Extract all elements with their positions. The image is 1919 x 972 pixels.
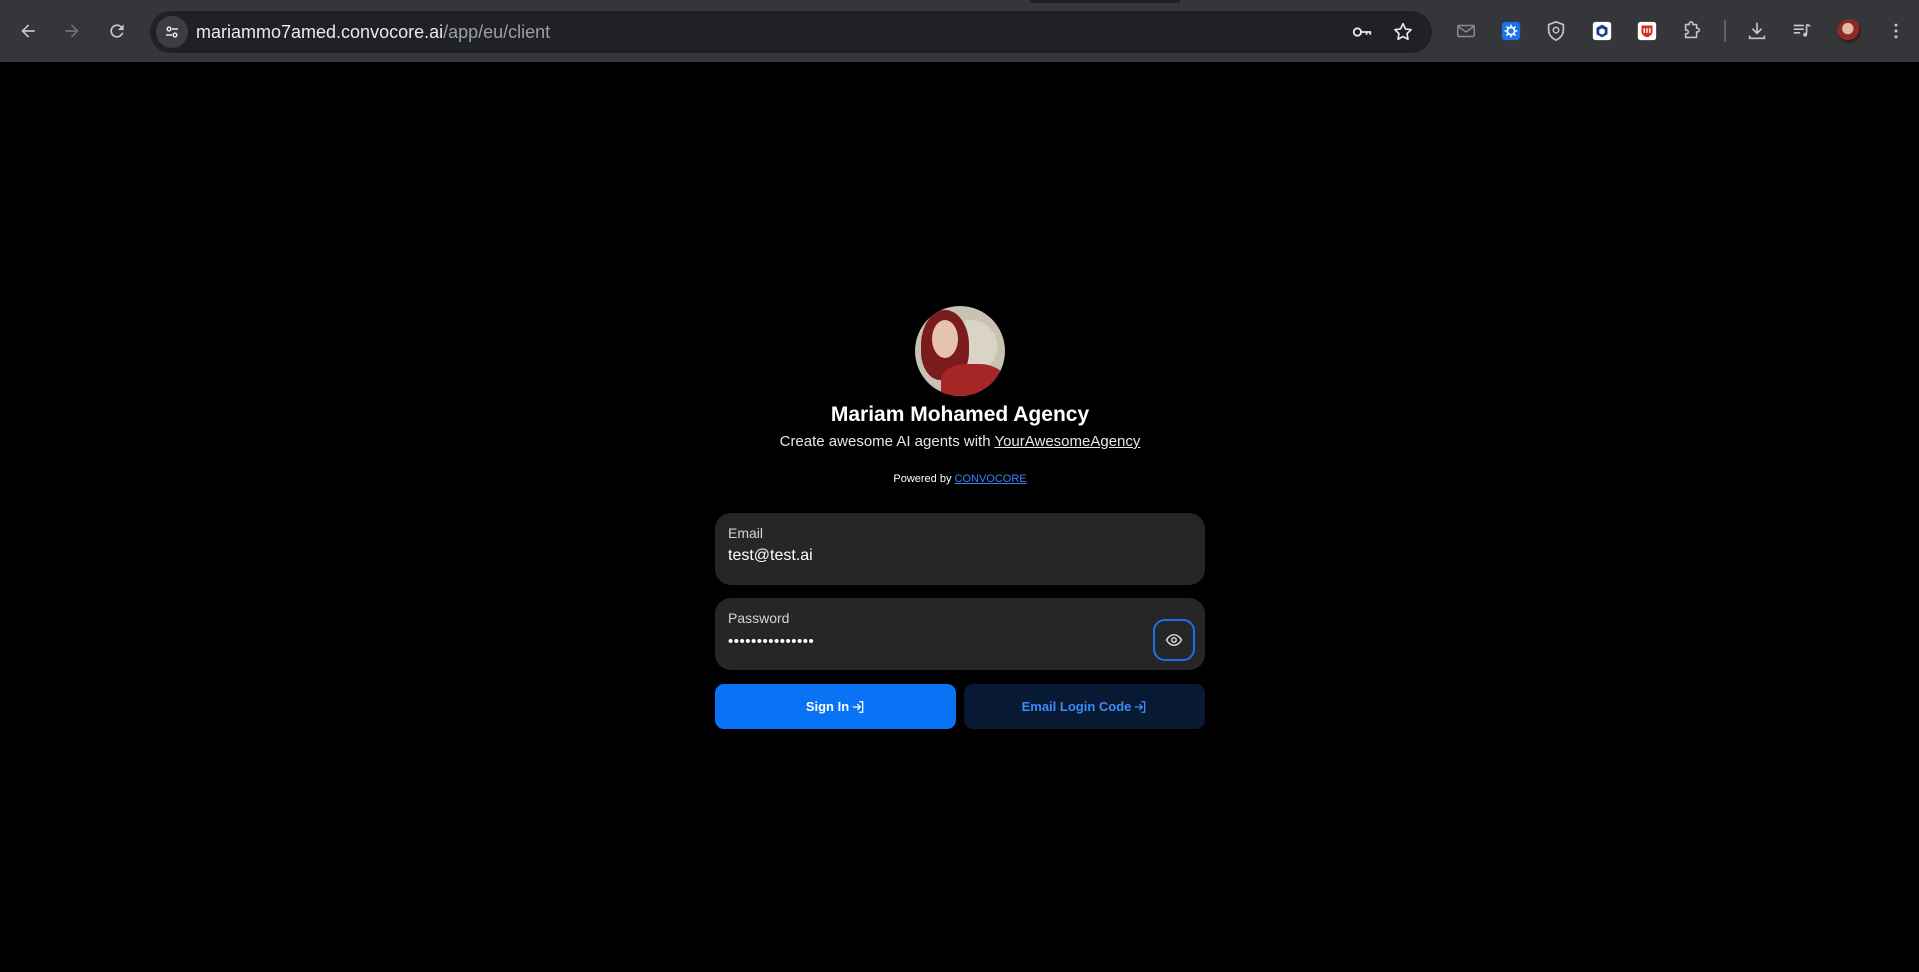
shield-extension-button[interactable]	[1544, 19, 1568, 43]
url-path: /app/eu/client	[443, 22, 551, 42]
password-key-button[interactable]	[1350, 20, 1374, 44]
password-input[interactable]: •••••••••••••••	[728, 633, 814, 650]
toggle-password-visibility-button[interactable]	[1153, 619, 1195, 661]
reload-icon	[110, 24, 124, 38]
media-controls-button[interactable]	[1790, 19, 1814, 43]
cube-extension-button[interactable]	[1590, 19, 1614, 43]
site-info-button[interactable]	[156, 16, 188, 48]
tagline: Create awesome AI agents with YourAwesom…	[715, 432, 1205, 452]
inactive-tab-edge[interactable]	[1180, 0, 1919, 3]
toolbar-separator	[1724, 20, 1726, 42]
avatar-shoulder	[941, 364, 1005, 396]
browser-menu-button[interactable]	[1884, 19, 1908, 43]
sign-in-button[interactable]: Sign In	[715, 684, 956, 729]
agency-title: Mariam Mohamed Agency	[830, 403, 1090, 426]
email-label: Email	[728, 525, 764, 541]
email-input[interactable]: test@test.ai	[728, 547, 813, 565]
more-vertical-icon	[1894, 23, 1898, 39]
cube-icon	[1592, 21, 1612, 41]
login-page: Mariam Mohamed Agency Create awesome AI …	[0, 62, 1919, 972]
reload-button[interactable]	[101, 15, 133, 47]
powered-by: Powered by CONVOCORE	[715, 472, 1205, 486]
shield-icon	[1547, 20, 1565, 42]
star-icon	[1394, 22, 1412, 41]
playlist-music-icon	[1793, 23, 1811, 37]
password-field[interactable]: Password •••••••••••••••	[715, 598, 1205, 670]
address-bar[interactable]: mariammo7amed.convocore.ai/app/eu/client	[150, 11, 1432, 53]
arrow-left-icon	[21, 24, 35, 38]
mail-extension-button[interactable]	[1454, 19, 1478, 43]
extensions-button[interactable]	[1680, 19, 1704, 43]
tagline-text: Create awesome AI agents with	[779, 433, 995, 450]
arrow-right-icon	[65, 24, 79, 38]
agency-logo-avatar	[915, 306, 1005, 396]
puzzle-icon	[1684, 21, 1701, 39]
back-button[interactable]	[12, 15, 44, 47]
email-login-code-button[interactable]: Email Login Code	[964, 684, 1205, 729]
login-arrow-icon	[852, 700, 864, 713]
login-arrow-icon	[1135, 700, 1146, 713]
url-text[interactable]: mariammo7amed.convocore.ai/app/eu/client	[196, 22, 550, 42]
browser-toolbar: mariammo7amed.convocore.ai/app/eu/client	[0, 0, 1919, 62]
key-icon	[1352, 27, 1372, 37]
convocore-link[interactable]: CONVOCORE	[955, 473, 1027, 485]
url-host: mariammo7amed.convocore.ai	[196, 22, 444, 42]
download-icon	[1748, 22, 1766, 40]
email-field[interactable]: Email test@test.ai	[715, 513, 1205, 585]
tune-icon	[166, 26, 178, 38]
active-tab-edge[interactable]	[0, 0, 1030, 3]
avatar-face	[932, 320, 958, 358]
powered-by-text: Powered by	[893, 473, 955, 485]
downloads-button[interactable]	[1745, 19, 1769, 43]
password-label: Password	[728, 610, 790, 626]
mail-icon	[1457, 24, 1475, 38]
badge-icon	[1637, 21, 1657, 41]
email-login-code-label: Email Login Code	[1021, 699, 1132, 714]
tab-strip	[0, 0, 1919, 3]
agency-link[interactable]: YourAwesomeAgency	[994, 433, 1140, 450]
gear-icon	[1501, 21, 1521, 41]
forward-button[interactable]	[56, 15, 88, 47]
sign-in-label: Sign In	[805, 699, 850, 714]
bookmark-button[interactable]	[1391, 20, 1415, 44]
eye-icon	[1165, 634, 1183, 646]
shield-badge-extension-button[interactable]	[1635, 19, 1659, 43]
profile-avatar[interactable]	[1837, 19, 1861, 43]
gear-extension-button[interactable]	[1499, 19, 1523, 43]
